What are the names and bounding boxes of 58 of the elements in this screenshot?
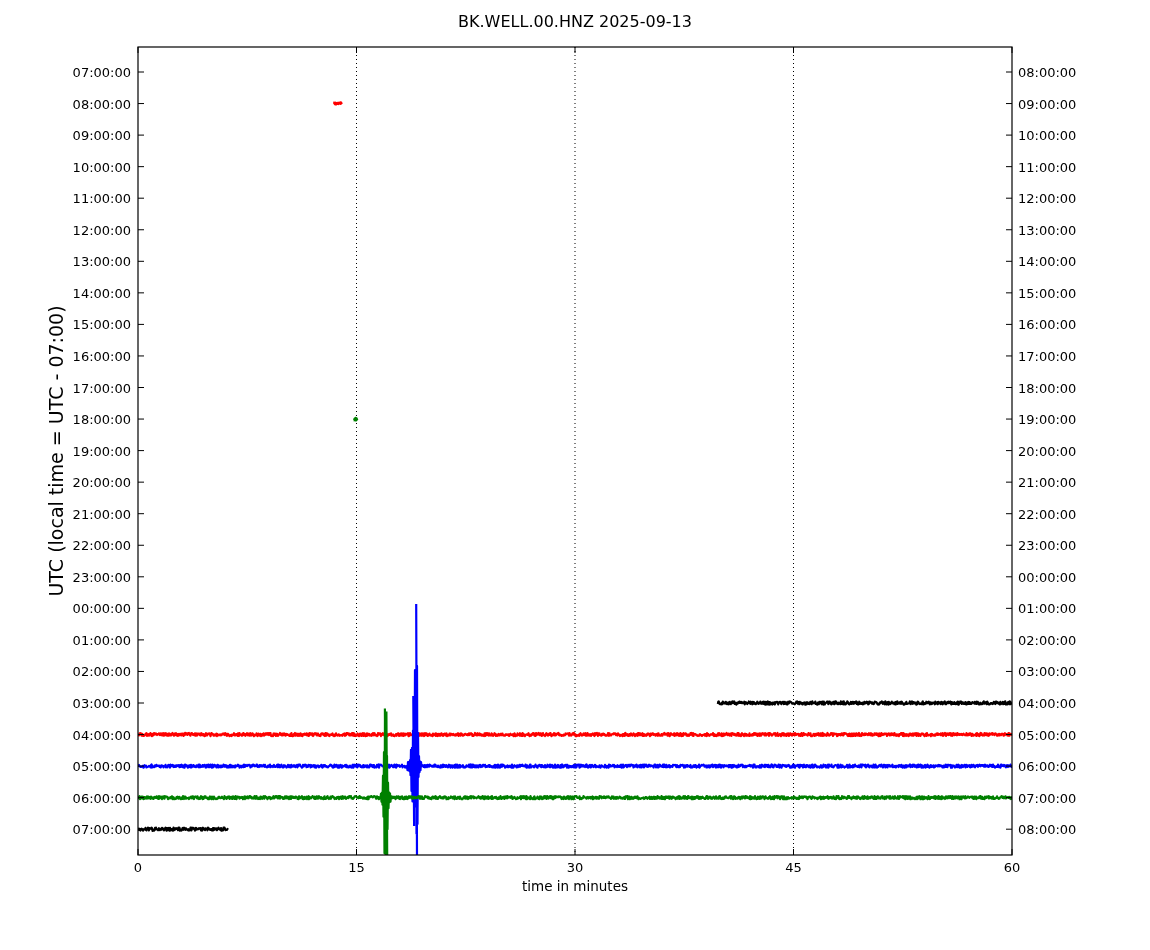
right-y-tick-label: 07:00:00: [1018, 790, 1077, 806]
right-y-tick-label: 13:00:00: [1018, 222, 1077, 238]
y-tick-label: 00:00:00: [72, 601, 131, 617]
right-y-tick-label: 15:00:00: [1018, 285, 1077, 301]
y-tick-label: 07:00:00: [72, 822, 131, 838]
y-tick-label: 21:00:00: [72, 506, 131, 522]
right-y-tick-label: 20:00:00: [1018, 443, 1077, 459]
y-tick-label: 08:00:00: [72, 96, 131, 112]
y-tick-label: 12:00:00: [72, 222, 131, 238]
right-y-tick-label: 09:00:00: [1018, 96, 1077, 112]
x-tick-label: 0: [133, 860, 143, 875]
x-tick-label: 30: [566, 860, 584, 875]
y-tick-label: 15:00:00: [72, 317, 131, 333]
y-tick-label: 01:00:00: [72, 632, 131, 648]
right-y-tick-label: 00:00:00: [1018, 569, 1077, 585]
y-tick-label: 11:00:00: [72, 191, 131, 207]
right-y-tick-label: 08:00:00: [1018, 65, 1077, 80]
y-tick-label: 07:00:00: [72, 65, 131, 80]
y-tick-label: 14:00:00: [72, 285, 131, 301]
y-tick-label: 04:00:00: [72, 727, 131, 743]
x-tick-label: 60: [1003, 860, 1021, 875]
y-tick-label: 22:00:00: [72, 538, 131, 554]
y-tick-label: 17:00:00: [72, 380, 131, 396]
right-y-tick-label: 11:00:00: [1018, 159, 1077, 175]
right-y-tick-label: 19:00:00: [1018, 412, 1077, 428]
right-y-tick-label: 02:00:00: [1018, 632, 1077, 648]
x-axis-label: time in minutes: [522, 878, 628, 894]
y-tick-label: 23:00:00: [72, 569, 131, 585]
right-y-tick-label: 23:00:00: [1018, 538, 1077, 554]
y-tick-label: 02:00:00: [72, 664, 131, 680]
x-tick-label: 45: [785, 860, 802, 875]
y-tick-label: 09:00:00: [72, 128, 131, 144]
y-tick-label: 20:00:00: [72, 475, 131, 491]
y-tick-label: 03:00:00: [72, 696, 131, 711]
right-y-tick-label: 14:00:00: [1018, 254, 1077, 270]
y-tick-label: 10:00:00: [72, 159, 131, 175]
chart-title: BK.WELL.00.HNZ 2025-09-13: [458, 12, 692, 31]
right-y-tick-label: 08:00:00: [1018, 822, 1077, 838]
right-y-tick-label: 18:00:00: [1018, 380, 1077, 396]
y-tick-label: 19:00:00: [72, 443, 131, 459]
right-y-tick-label: 12:00:00: [1018, 191, 1077, 207]
right-y-tick-label: 17:00:00: [1018, 348, 1077, 364]
right-y-tick-label: 05:00:00: [1018, 727, 1077, 743]
right-y-tick-label: 01:00:00: [1018, 601, 1077, 617]
y-tick-label: 05:00:00: [72, 759, 131, 775]
x-tick-label: 15: [348, 860, 365, 875]
y-tick-label: 06:00:00: [72, 790, 131, 806]
right-y-tick-label: 10:00:00: [1018, 128, 1077, 144]
right-y-tick-label: 21:00:00: [1018, 475, 1077, 491]
y-tick-label: 16:00:00: [72, 348, 131, 364]
y-axis-label: UTC (local time = UTC - 07:00): [45, 305, 67, 597]
right-y-tick-label: 04:00:00: [1018, 696, 1077, 711]
y-tick-label: 13:00:00: [72, 254, 131, 270]
right-y-tick-label: 03:00:00: [1018, 664, 1077, 680]
right-y-tick-label: 16:00:00: [1018, 317, 1077, 333]
right-y-tick-label: 06:00:00: [1018, 759, 1077, 775]
y-tick-label: 18:00:00: [72, 412, 131, 428]
right-y-tick-label: 22:00:00: [1018, 506, 1077, 522]
